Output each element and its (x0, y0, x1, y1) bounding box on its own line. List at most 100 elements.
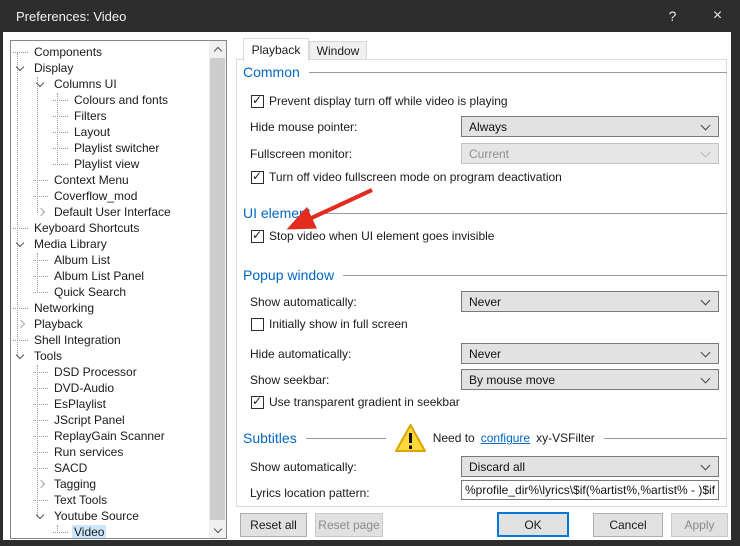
tree-item-esplaylist[interactable]: EsPlaylist (11, 396, 209, 412)
tree-item-display[interactable]: Display (11, 60, 209, 76)
tree-scrollbar[interactable] (209, 41, 226, 538)
initially-fullscreen-row[interactable]: Initially show in full screen (251, 317, 408, 331)
show-seekbar-label: Show seekbar: (250, 373, 329, 387)
tree-item-columns-ui[interactable]: Columns UI (11, 76, 209, 92)
tree-item-label: Album List (52, 253, 112, 267)
turn-off-fullscreen-row[interactable]: Turn off video fullscreen mode on progra… (251, 170, 562, 184)
lyrics-pattern-input[interactable] (461, 480, 719, 500)
tree-item-label: Colours and fonts (72, 93, 170, 107)
tree-item-label: DSD Processor (52, 365, 139, 379)
tree-item-text-tools[interactable]: Text Tools (11, 492, 209, 508)
show-seekbar-select[interactable]: By mouse move (461, 369, 719, 390)
subtitles-show-automatically-select[interactable]: Discard all (461, 456, 719, 477)
tree-item-label: Tools (32, 349, 64, 363)
transparent-gradient-checkbox[interactable] (251, 396, 264, 409)
prevent-display-off-checkbox[interactable] (251, 95, 264, 108)
warning-text-prefix: Need to (433, 431, 475, 445)
tree-item-dsd-processor[interactable]: DSD Processor (11, 364, 209, 380)
tree-connector (12, 220, 28, 236)
tree-item-label: Shell Integration (32, 333, 123, 347)
tree-item-tagging[interactable]: Tagging (11, 476, 209, 492)
close-icon[interactable]: × (695, 0, 740, 32)
chevron-expanded-icon[interactable] (12, 60, 28, 76)
stop-video-checkbox[interactable] (251, 230, 264, 243)
chevron-expanded-icon[interactable] (12, 348, 28, 364)
tree-item-label: Columns UI (52, 77, 119, 91)
transparent-gradient-row[interactable]: Use transparent gradient in seekbar (251, 395, 460, 409)
tree-item-label: Run services (52, 445, 125, 459)
hide-automatically-select[interactable]: Never (461, 343, 719, 364)
tree-item-run-services[interactable]: Run services (11, 444, 209, 460)
chevron-down-icon (701, 460, 711, 470)
tree-connector (32, 412, 48, 428)
tab-window[interactable]: Window (309, 41, 367, 60)
tree-item-label: Tagging (52, 477, 98, 491)
tree-item-media-library[interactable]: Media Library (11, 236, 209, 252)
chevron-expanded-icon[interactable] (32, 76, 48, 92)
tree-item-shell-integration[interactable]: Shell Integration (11, 332, 209, 348)
chevron-expanded-icon[interactable] (12, 236, 28, 252)
apply-button: Apply (671, 513, 728, 537)
tree-item-playlist-view[interactable]: Playlist view (11, 156, 209, 172)
tree-item-playback[interactable]: Playback (11, 316, 209, 332)
tree-item-label: Layout (72, 125, 112, 139)
help-button[interactable]: ? (650, 0, 695, 32)
window-title: Preferences: Video (16, 9, 126, 24)
tree-item-sacd[interactable]: SACD (11, 460, 209, 476)
configure-link[interactable]: configure (481, 431, 530, 445)
turn-off-fullscreen-checkbox[interactable] (251, 171, 264, 184)
chevron-collapsed-icon[interactable] (32, 204, 48, 220)
chevron-down-icon (701, 295, 711, 305)
tree-item-context-menu[interactable]: Context Menu (11, 172, 209, 188)
checkbox-label: Stop video when UI element goes invisibl… (269, 229, 494, 243)
chevron-collapsed-icon[interactable] (32, 476, 48, 492)
chevron-down-icon (701, 373, 711, 383)
tree-connector (32, 268, 48, 284)
scroll-down-icon[interactable] (209, 522, 226, 538)
tree-item-tools[interactable]: Tools (11, 348, 209, 364)
tree-item-keyboard-shortcuts[interactable]: Keyboard Shortcuts (11, 220, 209, 236)
initially-fullscreen-checkbox[interactable] (251, 318, 264, 331)
reset-all-button[interactable]: Reset all (240, 513, 307, 537)
scrollbar-thumb[interactable] (210, 58, 225, 520)
tree-item-label: Networking (32, 301, 96, 315)
chevron-down-icon (701, 347, 711, 357)
tree-item-replaygain-scanner[interactable]: ReplayGain Scanner (11, 428, 209, 444)
tree-item-video[interactable]: Video (11, 524, 209, 539)
checkbox-label: Turn off video fullscreen mode on progra… (269, 170, 562, 184)
tree-item-networking[interactable]: Networking (11, 300, 209, 316)
chevron-expanded-icon[interactable] (32, 508, 48, 524)
tree-item-coverflow-mod[interactable]: Coverflow_mod (11, 188, 209, 204)
tree-item-filters[interactable]: Filters (11, 108, 209, 124)
tree-item-dvd-audio[interactable]: DVD-Audio (11, 380, 209, 396)
tab-playback[interactable]: Playback (243, 38, 309, 61)
preferences-tree: ComponentsDisplayColumns UI Colours and f… (10, 40, 227, 539)
ok-button[interactable]: OK (497, 512, 569, 537)
tree-item-label: Youtube Source (52, 509, 141, 523)
popup-show-automatically-select[interactable]: Never (461, 291, 719, 312)
tree-item-label: Playlist switcher (72, 141, 161, 155)
tree-item-quick-search[interactable]: Quick Search (11, 284, 209, 300)
tree-item-label: Components (32, 45, 104, 59)
scroll-up-icon[interactable] (209, 41, 226, 57)
tree-item-default-user-interface[interactable]: Default User Interface (11, 204, 209, 220)
tree-item-layout[interactable]: Layout (11, 124, 209, 140)
tree-connector (32, 364, 48, 380)
tree-item-playlist-switcher[interactable]: Playlist switcher (11, 140, 209, 156)
checkbox-label: Initially show in full screen (269, 317, 408, 331)
tree-connector (52, 108, 68, 124)
tree-item-colours-and-fonts[interactable]: Colours and fonts (11, 92, 209, 108)
prevent-display-off-row[interactable]: Prevent display turn off while video is … (251, 94, 508, 108)
cancel-button[interactable]: Cancel (593, 513, 663, 537)
tree-item-album-list-panel[interactable]: Album List Panel (11, 268, 209, 284)
stop-video-row[interactable]: Stop video when UI element goes invisibl… (251, 229, 494, 243)
tree-item-components[interactable]: Components (11, 44, 209, 60)
chevron-collapsed-icon[interactable] (12, 316, 28, 332)
reset-page-button: Reset page (315, 513, 383, 537)
tree-item-youtube-source[interactable]: Youtube Source (11, 508, 209, 524)
window-border-right (731, 32, 740, 546)
tree-item-album-list[interactable]: Album List (11, 252, 209, 268)
hide-mouse-pointer-select[interactable]: Always (461, 116, 719, 137)
tree-item-label: Keyboard Shortcuts (32, 221, 141, 235)
tree-item-jscript-panel[interactable]: JScript Panel (11, 412, 209, 428)
